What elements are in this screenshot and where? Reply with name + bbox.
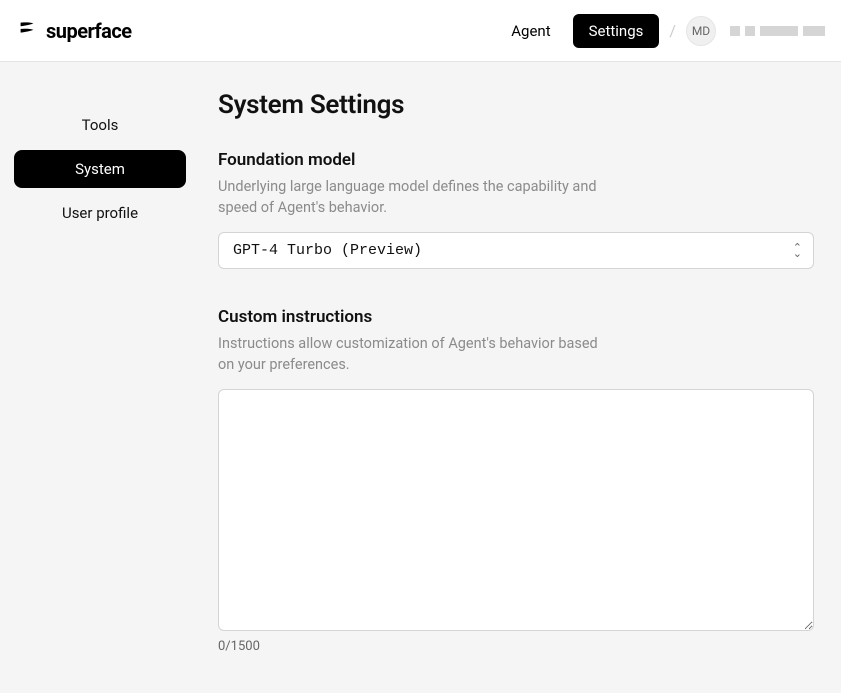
foundation-desc: Underlying large language model defines … <box>218 176 598 218</box>
foundation-section: Foundation model Underlying large langua… <box>218 150 814 269</box>
sidebar-item-tools[interactable]: Tools <box>14 106 186 144</box>
sidebar-item-user-profile[interactable]: User profile <box>14 194 186 232</box>
instructions-desc: Instructions allow customization of Agen… <box>218 333 598 375</box>
header: superface Agent Settings / MD <box>0 0 841 62</box>
instructions-section: Custom instructions Instructions allow c… <box>218 307 814 654</box>
sidebar: Tools System User profile <box>0 90 200 692</box>
avatar[interactable]: MD <box>686 16 716 46</box>
foundation-title: Foundation model <box>218 150 814 170</box>
main: Tools System User profile System Setting… <box>0 62 841 692</box>
instructions-title: Custom instructions <box>218 307 814 327</box>
page-title: System Settings <box>218 90 814 120</box>
header-right: Agent Settings / MD <box>495 14 825 48</box>
nav-agent[interactable]: Agent <box>495 14 566 48</box>
char-counter: 0/1500 <box>218 639 814 654</box>
custom-instructions-input[interactable] <box>218 389 814 631</box>
foundation-select-wrap: GPT-4 Turbo (Preview) ⌃⌄ <box>218 232 814 269</box>
logo[interactable]: superface <box>16 18 132 44</box>
nav-settings[interactable]: Settings <box>573 14 660 48</box>
user-name-redacted <box>730 26 825 36</box>
separator: / <box>665 21 680 40</box>
superface-logo-icon <box>16 18 38 44</box>
content: System Settings Foundation model Underly… <box>200 90 830 692</box>
brand-name: superface <box>46 19 132 43</box>
foundation-model-select[interactable]: GPT-4 Turbo (Preview) <box>218 232 814 269</box>
sidebar-item-system[interactable]: System <box>14 150 186 188</box>
